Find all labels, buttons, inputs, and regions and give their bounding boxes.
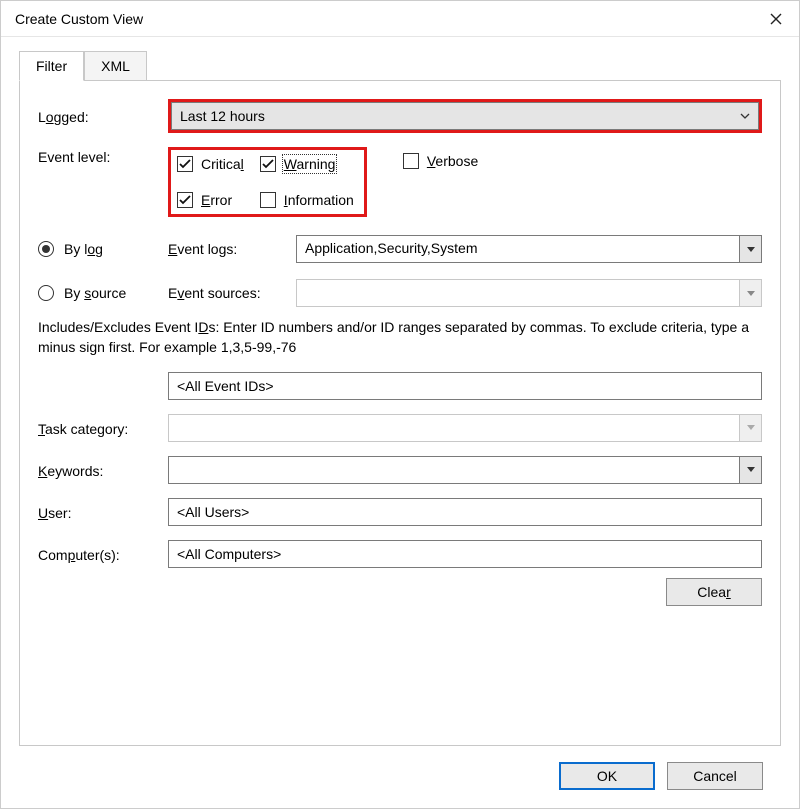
dropdown-button-icon [739,236,761,262]
event-logs-value: Application,Security,System [297,236,739,262]
label-event-level: Event level: [38,147,168,165]
radio-by-source[interactable]: By source [38,285,168,301]
window-title: Create Custom View [15,11,143,27]
check-icon [262,159,274,169]
computers-input[interactable] [168,540,762,568]
label-logged: Logged: [38,107,168,125]
label-user: User: [38,503,168,521]
user-input[interactable] [168,498,762,526]
checkbox-verbose-label: Verbose [427,153,478,169]
logged-highlight: Last 12 hours [168,99,762,133]
checkbox-critical[interactable]: Critical [177,156,244,172]
task-category-dropdown [168,414,762,442]
tab-filter[interactable]: Filter [19,51,84,81]
checkbox-verbose[interactable]: Verbose [403,153,478,169]
event-ids-input[interactable] [168,372,762,400]
checkbox-warning-label: Warning [284,156,336,172]
chevron-down-icon [740,111,750,121]
keywords-value [169,457,739,483]
checkbox-critical-label: Critical [201,156,244,172]
keywords-dropdown[interactable] [168,456,762,484]
label-keywords: Keywords: [38,461,168,479]
event-logs-dropdown[interactable]: Application,Security,System [296,235,762,263]
tabs-header: Filter XML [19,51,781,81]
dropdown-button-icon [739,280,761,306]
checkbox-information-label: Information [284,192,354,208]
event-ids-help: Includes/Excludes Event IDs: Enter ID nu… [38,317,762,358]
close-button[interactable] [753,1,799,37]
ok-button[interactable]: OK [559,762,655,790]
tab-xml[interactable]: XML [84,51,147,81]
client-area: Filter XML Logged: Last 12 hours [1,37,799,808]
event-level-highlight: Critical Warning Error Information [168,147,367,217]
label-computers: Computer(s): [38,545,168,563]
radio-by-log-label: By log [64,241,103,257]
event-sources-dropdown[interactable] [296,279,762,307]
radio-by-source-label: By source [64,285,126,301]
label-event-sources: Event sources: [168,285,296,301]
dialog-window: Create Custom View Filter XML Logged: La… [0,0,800,809]
dropdown-button-icon [739,415,761,441]
titlebar: Create Custom View [1,1,799,37]
checkbox-warning[interactable]: Warning [260,156,354,172]
event-sources-value [297,280,739,306]
radio-by-log[interactable]: By log [38,241,168,257]
logged-dropdown[interactable]: Last 12 hours [171,102,759,130]
checkbox-information[interactable]: Information [260,192,354,208]
clear-button[interactable]: Clear [666,578,762,606]
close-icon [770,13,782,25]
cancel-button[interactable]: Cancel [667,762,763,790]
label-task-category: Task category: [38,419,168,437]
task-category-value [169,415,739,441]
check-icon [179,159,191,169]
logged-value: Last 12 hours [180,108,740,124]
checkbox-error[interactable]: Error [177,192,244,208]
dropdown-button-icon [739,457,761,483]
label-event-logs: Event logs: [168,241,296,257]
checkbox-error-label: Error [201,192,232,208]
check-icon [179,195,191,205]
dialog-footer: OK Cancel [19,746,781,808]
filter-panel: Logged: Last 12 hours Event level: [19,81,781,746]
